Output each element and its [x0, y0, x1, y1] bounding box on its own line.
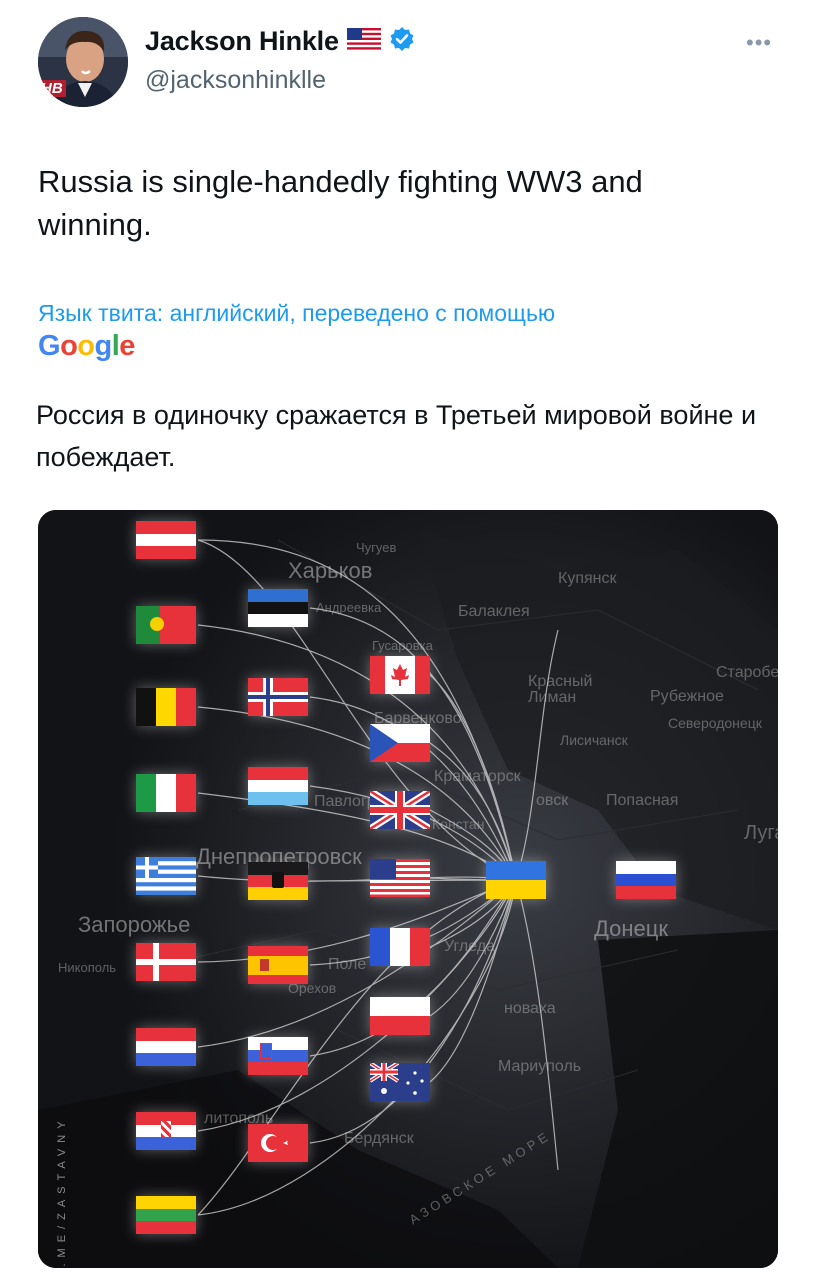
author-name[interactable]: Jackson Hinkle [145, 26, 339, 57]
flag-lithuania [136, 1196, 196, 1234]
author-name-row: Jackson Hinkle [145, 26, 415, 57]
map-label-konstantinovka: Констан [432, 816, 485, 832]
watermark: T.ME/ZASTAVNY [56, 1115, 68, 1268]
map-label-berdyansk: Бердянск [344, 1130, 414, 1147]
map-label-rubezhnoe: Рубежное [650, 688, 724, 705]
us-flag-icon [346, 28, 381, 55]
map-label-donetsk: Донецк [594, 916, 668, 941]
flag-united-states [370, 859, 430, 897]
verified-badge-icon [389, 26, 415, 57]
map-label-pavlograd: Павлогр [314, 793, 376, 810]
map-label-krasny-liman: Красный Лиман [528, 673, 593, 706]
map-label-popasnaya: Попасная [606, 792, 679, 809]
map-label-severodonetsk: Северодонецк [668, 715, 762, 731]
flag-turkey [248, 1124, 308, 1162]
flag-netherlands [136, 1028, 196, 1066]
flag-denmark [136, 943, 196, 981]
flag-france [370, 928, 430, 966]
flag-australia [370, 1063, 430, 1101]
avatar-badge: HB [38, 80, 66, 97]
flag-poland [370, 997, 430, 1035]
map-label-gusarovka: Гусаровка [372, 638, 433, 653]
flag-norway [248, 678, 308, 716]
map-label-mariupol: Мариуполь [498, 1058, 582, 1075]
tweet-text: Russia is single-handedly fighting WW3 a… [38, 164, 643, 242]
translation-label[interactable]: Язык твита: английский, переведено с пом… [38, 300, 555, 327]
map-label-balakleya: Балаклея [458, 603, 530, 620]
flag-italy [136, 774, 196, 812]
more-dots-icon[interactable]: ••• [746, 30, 772, 56]
map-label-novaya: новаха [504, 1000, 556, 1017]
flag-greece [136, 857, 196, 895]
flag-austria [136, 521, 196, 559]
google-logo: Google [38, 330, 135, 362]
map-label-lugansk: Луга [744, 822, 778, 844]
map-label-ugledar: Угледа [444, 938, 496, 955]
map-label-andreevka: Андреевка [316, 600, 382, 615]
flag-canada [370, 656, 430, 694]
flag-russia [616, 861, 676, 899]
map-label-kharkov: Харьков [288, 558, 373, 583]
map-label-kupyansk: Купянск [558, 570, 617, 587]
flag-belgium [136, 688, 196, 726]
flag-ukraine [486, 861, 546, 899]
flag-luxembourg [248, 767, 308, 805]
flag-czechia [370, 724, 430, 762]
flag-spain [248, 946, 308, 984]
flag-germany [248, 862, 308, 900]
map-label-pole: Поле [328, 956, 367, 973]
author-avatar[interactable]: HB [38, 17, 128, 107]
flag-united-kingdom [370, 791, 430, 829]
flag-croatia [136, 1112, 196, 1150]
flag-estonia [248, 589, 308, 627]
translated-text: Россия в одиночку сражается в Третьей ми… [36, 400, 757, 472]
map-label-artemovsk: овск [536, 792, 569, 809]
map-label-kramatorsk: Краматорск [434, 768, 521, 785]
flag-slovenia [248, 1037, 308, 1075]
map-label-chuguev: Чугуев [356, 540, 397, 555]
tweet-media-image[interactable]: Чугуев Харьков Купянск Балаклея Андреевк… [38, 510, 778, 1268]
map-label-lisichansk: Лисичанск [560, 732, 628, 748]
flag-portugal [136, 606, 196, 644]
map-label-zaporozhe: Запорожье [78, 912, 191, 937]
author-handle[interactable]: @jacksonhinklle [145, 66, 326, 95]
map-label-starobelsk: Старобе [716, 664, 778, 681]
